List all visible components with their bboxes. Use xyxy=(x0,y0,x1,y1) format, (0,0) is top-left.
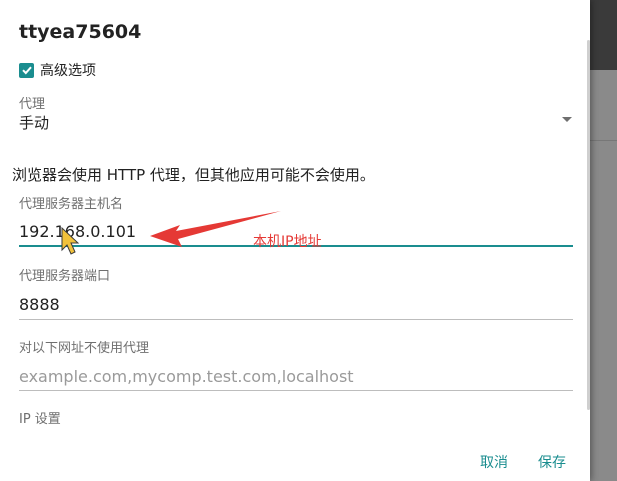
proxy-note: 浏览器会使用 HTTP 代理，但其他应用可能不会使用。 xyxy=(12,166,375,184)
proxy-select[interactable]: 手动 xyxy=(19,112,49,133)
advanced-options-label: 高级选项 xyxy=(40,63,96,79)
dialog-title: ttyea75604 xyxy=(19,21,142,43)
chevron-down-icon[interactable] xyxy=(562,117,572,122)
annotation-label: 本机IP地址 xyxy=(253,234,322,250)
cancel-button[interactable]: 取消 xyxy=(480,452,508,472)
bypass-label: 对以下网址不使用代理 xyxy=(19,341,150,356)
save-button[interactable]: 保存 xyxy=(538,452,566,472)
port-input[interactable]: 8888 xyxy=(19,295,60,314)
check-icon xyxy=(21,66,32,75)
dialog-scrollbar[interactable] xyxy=(587,40,590,410)
bypass-underline xyxy=(19,390,573,391)
hostname-input[interactable]: 192.168.0.101 xyxy=(19,222,136,241)
bypass-input[interactable]: example.com,mycomp.test.com,localhost xyxy=(19,367,354,386)
advanced-options-checkbox[interactable] xyxy=(19,62,34,78)
advanced-options-toggle[interactable]: 高级选项 xyxy=(19,60,96,80)
ip-settings-label[interactable]: IP 设置 xyxy=(19,408,61,427)
port-underline xyxy=(19,319,573,320)
background-divider xyxy=(590,140,617,141)
hostname-label: 代理服务器主机名 xyxy=(19,197,124,212)
proxy-label: 代理 xyxy=(19,97,46,112)
port-label: 代理服务器端口 xyxy=(19,269,111,284)
